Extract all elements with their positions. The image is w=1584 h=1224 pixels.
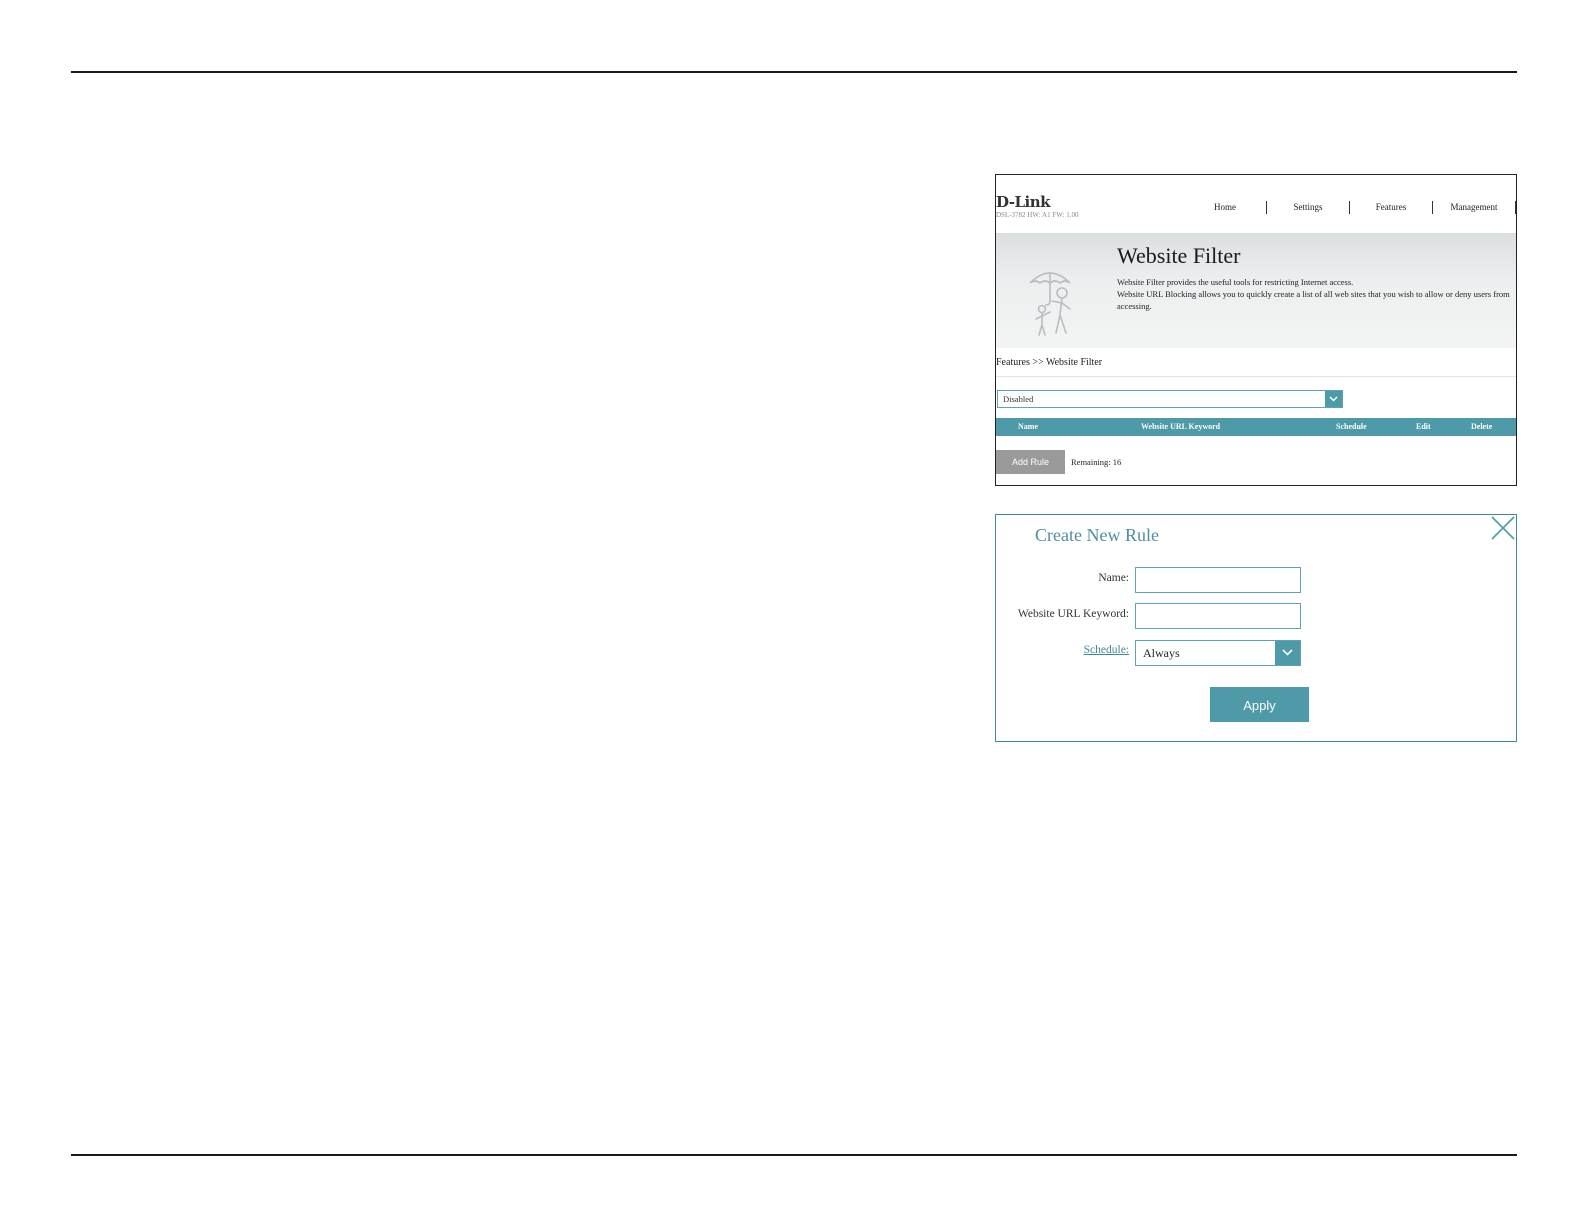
url-keyword-label: Website URL Keyword: <box>1017 608 1129 620</box>
name-label: Name: <box>1098 572 1129 584</box>
umbrella-family-icon <box>1029 272 1071 336</box>
remaining-count: Remaining: 16 <box>1071 457 1122 467</box>
nav-features[interactable]: Features <box>1350 201 1433 214</box>
schedule-select[interactable]: Always <box>1135 640 1301 666</box>
description-line-1: Website Filter provides the useful tools… <box>1117 277 1354 287</box>
apply-button[interactable]: Apply <box>1210 687 1309 722</box>
add-rule-button[interactable]: Add Rule <box>996 450 1065 474</box>
breadcrumb: Features >> Website Filter <box>996 357 1103 368</box>
col-schedule: Schedule <box>1336 422 1367 431</box>
schedule-value: Always <box>1143 646 1180 660</box>
top-nav: Home Settings Features Management <box>1184 201 1516 214</box>
close-icon[interactable] <box>1490 515 1516 541</box>
dialog-title: Create New Rule <box>1035 525 1159 545</box>
schedule-link[interactable]: Schedule: <box>1084 644 1129 656</box>
website-filter-screenshot: D-Link DSL-3782 HW: A1 FW: 1.00 Home Set… <box>995 174 1517 486</box>
nav-home[interactable]: Home <box>1184 201 1267 214</box>
filter-status-value: Disabled <box>1003 394 1034 404</box>
divider <box>996 376 1516 377</box>
bottom-rule <box>71 1154 1517 1156</box>
nav-management[interactable]: Management <box>1433 201 1516 214</box>
model-info: DSL-3782 HW: A1 FW: 1.00 <box>996 211 1079 219</box>
page-description: Website Filter provides the useful tools… <box>1117 276 1512 312</box>
dlink-logo: D-Link <box>996 193 1051 211</box>
name-field[interactable] <box>1135 567 1301 593</box>
description-line-2: Website URL Blocking allows you to quick… <box>1117 289 1510 311</box>
url-keyword-field[interactable] <box>1135 603 1301 629</box>
col-edit: Edit <box>1416 422 1431 431</box>
col-url-keyword: Website URL Keyword <box>1141 422 1221 431</box>
top-rule <box>71 71 1517 73</box>
chevron-down-icon[interactable] <box>1275 641 1300 665</box>
filter-status-select[interactable]: Disabled <box>997 390 1343 408</box>
create-rule-dialog: Create New Rule Name: Website URL Keywor… <box>995 514 1517 742</box>
hero-banner: Website Filter Website Filter provides t… <box>996 233 1516 348</box>
chevron-down-icon[interactable] <box>1325 391 1342 407</box>
nav-settings[interactable]: Settings <box>1267 201 1350 214</box>
page-title: Website Filter <box>1117 243 1241 268</box>
col-name: Name <box>1018 422 1038 431</box>
col-delete: Delete <box>1471 422 1493 431</box>
rules-table-header: Name Website URL Keyword Schedule Edit D… <box>996 418 1516 436</box>
